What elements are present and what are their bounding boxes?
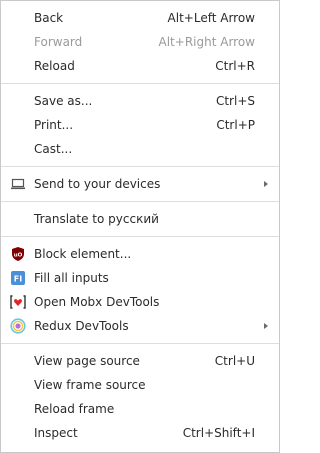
- separator: [1, 166, 279, 167]
- menu-item-label: View frame source: [34, 378, 146, 392]
- menu-item-cast[interactable]: Cast...: [1, 137, 279, 161]
- separator: [1, 83, 279, 84]
- menu-item-label: Inspect: [34, 426, 78, 440]
- menu-item-label: Fill all inputs: [34, 271, 109, 285]
- menu-item-label: Reload frame: [34, 402, 115, 416]
- menu-item-translate[interactable]: Translate to русский: [1, 207, 279, 231]
- menu-item-label: Reload: [34, 59, 75, 73]
- menu-item-back[interactable]: Back Alt+Left Arrow: [1, 6, 279, 30]
- mobx-icon: [10, 294, 26, 310]
- fake-filler-icon: FI: [10, 270, 26, 286]
- menu-item-label: Back: [34, 11, 64, 25]
- menu-item-view-frame-source[interactable]: View frame source: [1, 373, 279, 397]
- menu-item-label: Block element...: [34, 247, 132, 261]
- menu-item-save-as[interactable]: Save as... Ctrl+S: [1, 89, 279, 113]
- menu-item-shortcut: Ctrl+S: [215, 94, 255, 108]
- menu-item-fill-all-inputs[interactable]: FI Fill all inputs: [1, 266, 279, 290]
- menu-item-send-to-devices[interactable]: Send to your devices: [1, 172, 279, 196]
- menu-item-shortcut: Ctrl+R: [215, 59, 255, 73]
- submenu-arrow-icon: [264, 323, 268, 329]
- menu-item-redux-devtools[interactable]: Redux DevTools: [1, 314, 279, 338]
- menu-item-label: Send to your devices: [34, 177, 161, 191]
- menu-item-inspect[interactable]: Inspect Ctrl+Shift+I: [1, 421, 279, 445]
- separator: [1, 201, 279, 202]
- svg-text:uO: uO: [14, 253, 23, 259]
- menu-item-view-page-source[interactable]: View page source Ctrl+U: [1, 349, 279, 373]
- menu-item-label: View page source: [34, 354, 140, 368]
- laptop-icon: [10, 176, 26, 192]
- svg-text:FI: FI: [14, 275, 22, 284]
- separator: [1, 236, 279, 237]
- submenu-arrow-icon: [264, 181, 268, 187]
- menu-item-label: Redux DevTools: [34, 319, 129, 333]
- menu-item-shortcut: Alt+Left Arrow: [167, 11, 255, 25]
- menu-item-label: Cast...: [34, 142, 73, 156]
- menu-item-print[interactable]: Print... Ctrl+P: [1, 113, 279, 137]
- menu-item-label: Forward: [34, 35, 83, 49]
- menu-item-shortcut: Alt+Right Arrow: [158, 35, 255, 49]
- menu-item-label: Translate to русский: [34, 212, 159, 226]
- menu-item-shortcut: Ctrl+P: [216, 118, 255, 132]
- menu-item-label: Print...: [34, 118, 74, 132]
- menu-item-forward: Forward Alt+Right Arrow: [1, 30, 279, 54]
- context-menu: Back Alt+Left Arrow Forward Alt+Right Ar…: [0, 0, 280, 453]
- menu-item-block-element[interactable]: uO Block element...: [1, 242, 279, 266]
- menu-item-label: Save as...: [34, 94, 93, 108]
- menu-item-shortcut: Ctrl+U: [214, 354, 255, 368]
- menu-item-mobx-devtools[interactable]: Open Mobx DevTools: [1, 290, 279, 314]
- separator: [1, 343, 279, 344]
- menu-item-label: Open Mobx DevTools: [34, 295, 160, 309]
- menu-item-shortcut: Ctrl+Shift+I: [182, 426, 255, 440]
- menu-item-reload-frame[interactable]: Reload frame: [1, 397, 279, 421]
- redux-icon: [10, 318, 26, 334]
- menu-item-reload[interactable]: Reload Ctrl+R: [1, 54, 279, 78]
- ublock-origin-icon: uO: [10, 246, 26, 262]
